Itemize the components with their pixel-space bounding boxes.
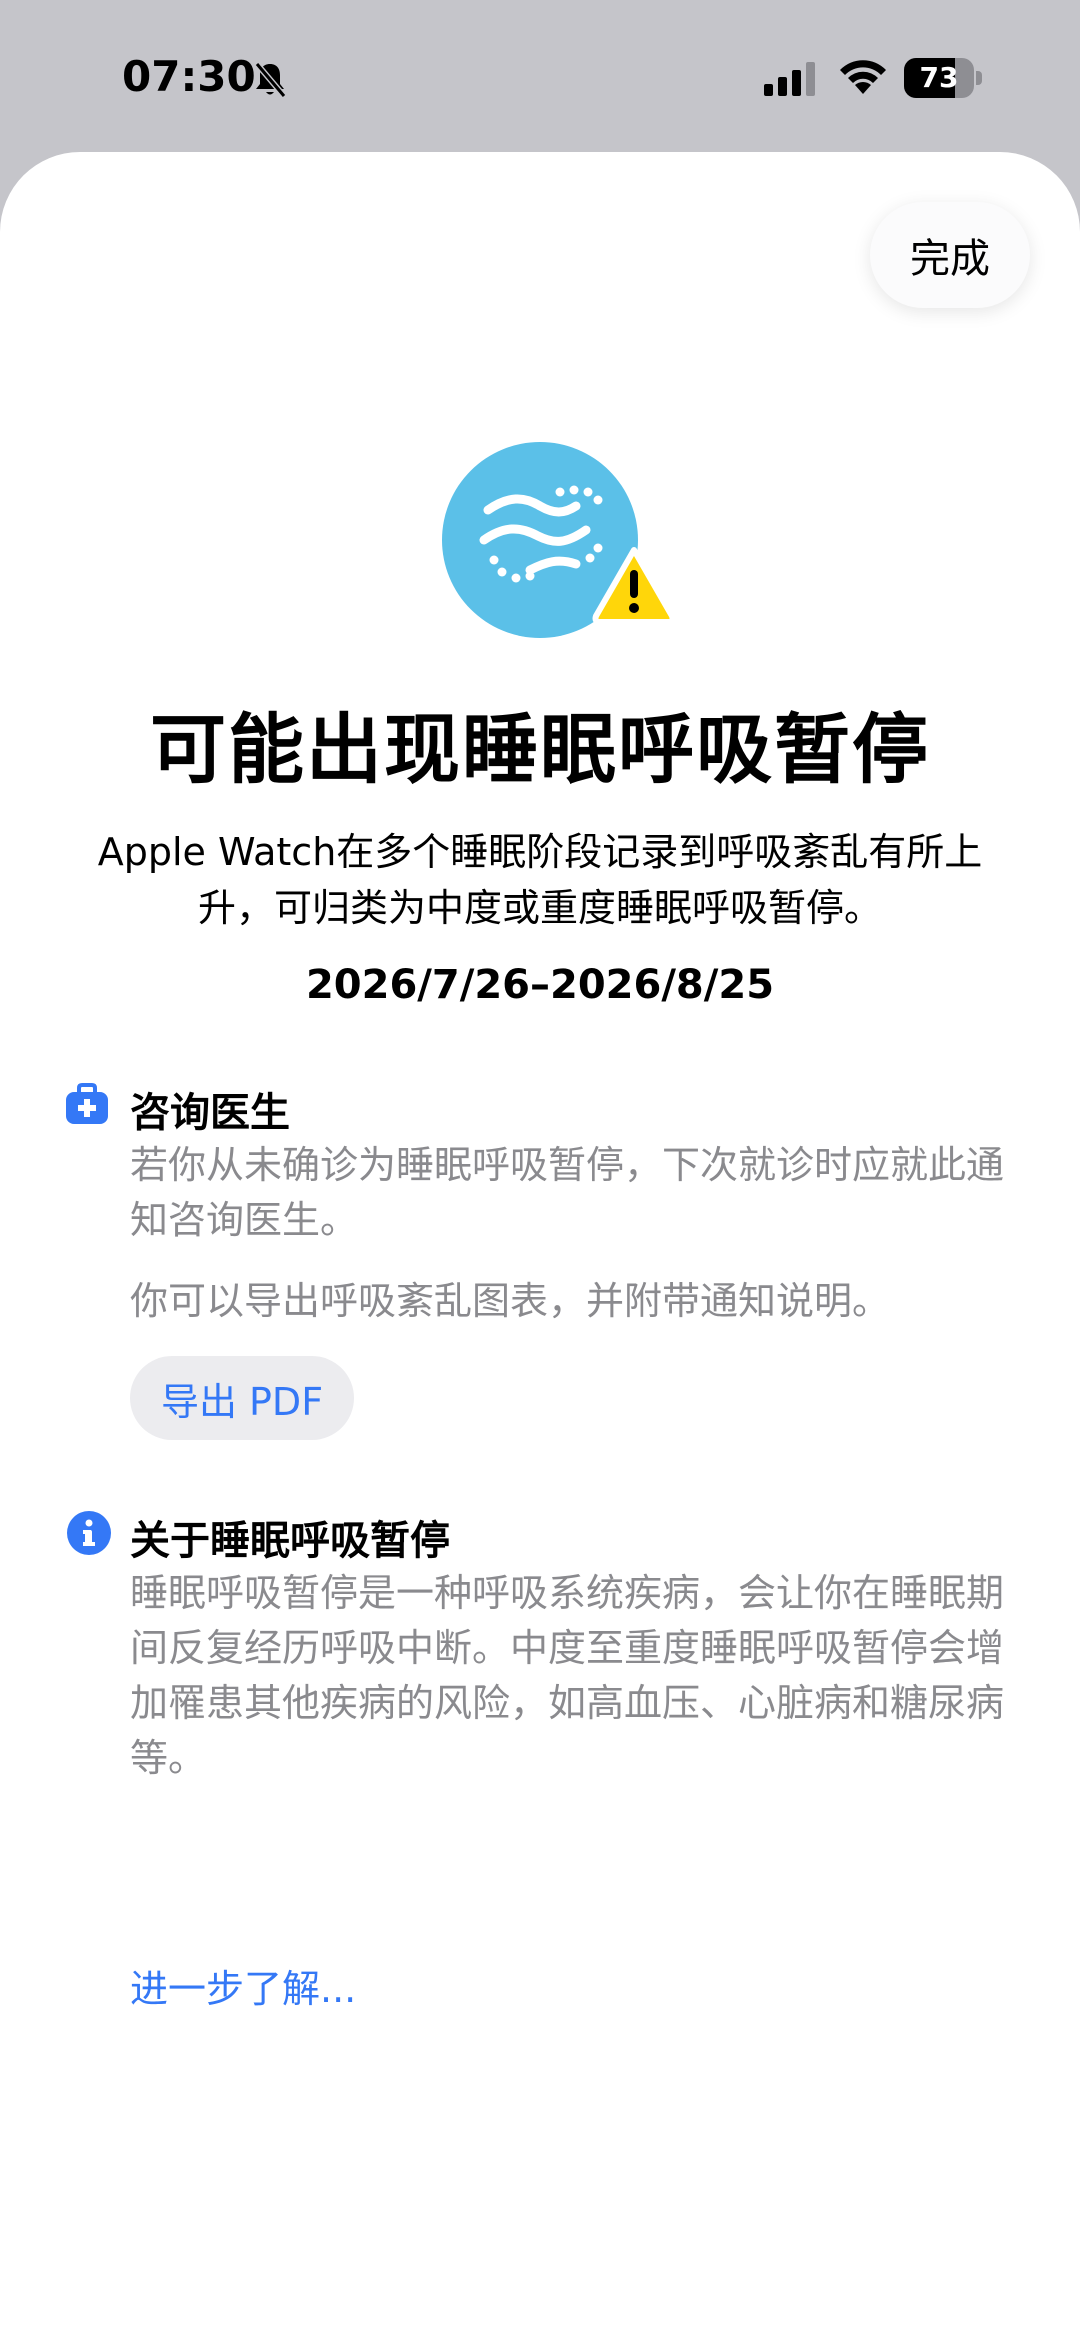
wifi-icon: [840, 60, 886, 94]
page-title: 可能出现睡眠呼吸暂停: [150, 705, 930, 794]
about-sleep-apnea-heading: 关于睡眠呼吸暂停: [130, 1518, 450, 1564]
medical-kit-icon: [66, 1083, 108, 1124]
status-time: 07:30: [122, 52, 256, 101]
battery-nub: [976, 71, 982, 85]
done-button[interactable]: 完成: [870, 202, 1030, 308]
export-pdf-button[interactable]: 导出 PDF: [130, 1356, 354, 1440]
date-range: 2026/7/26–2026/8/25: [305, 962, 775, 1008]
consult-doctor-heading: 咨询医生: [130, 1090, 290, 1136]
battery-indicator: 73: [904, 58, 982, 98]
export-hint-text: 你可以导出呼吸紊乱图表，并附带通知说明。: [130, 1279, 891, 1323]
page-description: Apple Watch在多个睡眠阶段记录到呼吸紊乱有所上升，可归类为中度或重度睡…: [97, 830, 983, 930]
about-sleep-apnea-text: 睡眠呼吸暂停是一种呼吸系统疾病，会让你在睡眠期间反复经历呼吸中断。中度至重度睡眠…: [130, 1571, 1005, 1780]
breathing-disturbance-warning-icon: [442, 442, 676, 638]
learn-more-link[interactable]: 进一步了解...: [130, 1958, 356, 2013]
status-bar: 07:30 73: [0, 0, 1080, 150]
notification-sheet: 完成 可能出现睡眠呼吸暂停 Apple Watch在多个睡眠阶段记录到呼吸紊乱有…: [0, 152, 1080, 2347]
silent-bell-icon: [254, 62, 287, 98]
cellular-signal-icon: [764, 62, 815, 96]
battery-percentage: 73: [919, 61, 959, 94]
consult-doctor-text: 若你从未确诊为睡眠呼吸暂停，下次就诊时应就此通知咨询医生。: [130, 1143, 1005, 1242]
battery-body: 73: [904, 58, 974, 98]
info-icon: [67, 1511, 111, 1555]
